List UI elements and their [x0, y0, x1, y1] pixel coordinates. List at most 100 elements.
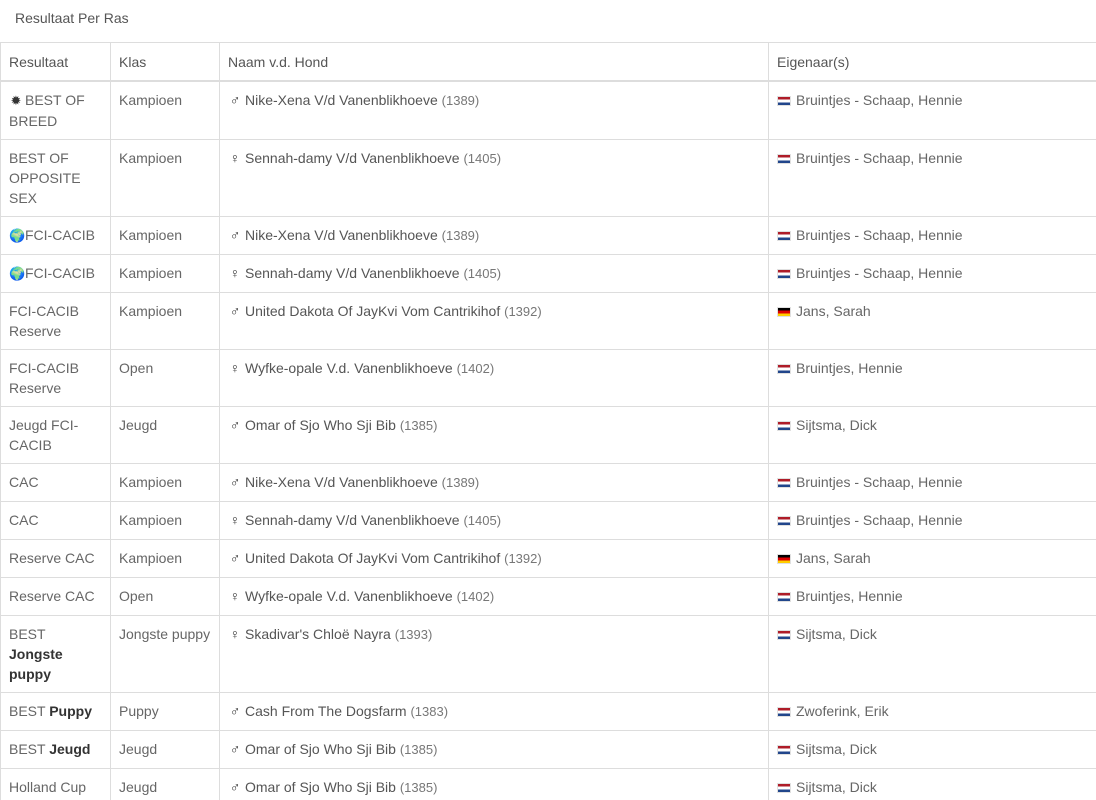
- owner-cell: Bruintjes - Schaap, Hennie: [768, 80, 1096, 140]
- header-resultaat[interactable]: Resultaat: [0, 42, 111, 82]
- table-row: CAC Kampioen ♀ Sennah-damy V/d Vanenblikhoe…: [0, 501, 1096, 540]
- owner-name: Sijtsma, Dick: [796, 626, 877, 642]
- result-text: FCI-CACIB: [25, 265, 95, 281]
- dog-cell: ♀ Sennah-damy V/d Vanenblikhoeve (1405): [219, 254, 769, 293]
- table-row: FCI-CACIB Reserve Open ♀ Wyfke-opale V.d. V…: [0, 349, 1096, 407]
- dog-name-link[interactable]: Nike-Xena V/d Vanenblikhoeve: [245, 227, 438, 243]
- flag-germany-icon: [777, 307, 791, 317]
- owner-name: Bruintjes - Schaap, Hennie: [796, 474, 963, 490]
- result-text: CAC: [9, 474, 39, 490]
- result-prefix: BEST: [9, 703, 46, 719]
- result-cell: FCI-CACIB Reserve: [0, 292, 111, 350]
- result-cell: FCI-CACIB Reserve: [0, 349, 111, 407]
- dog-name-link[interactable]: Skadivar's Chloë Nayra: [245, 626, 391, 642]
- dog-name-link[interactable]: Sennah-damy V/d Vanenblikhoeve: [245, 265, 460, 281]
- dog-name-link[interactable]: Wyfke-opale V.d. Vanenblikhoeve: [245, 588, 453, 604]
- catalog-number: (1389): [441, 93, 480, 108]
- klas-cell: Jeugd: [110, 730, 220, 769]
- result-cell: Jeugd FCI-CACIB: [0, 406, 111, 464]
- klas-cell: Kampioen: [110, 463, 220, 502]
- table-row: ✹ BEST OF BREED Kampioen ♂ Nike-Xena V/d Van…: [0, 80, 1096, 140]
- dog-name-link[interactable]: Sennah-damy V/d Vanenblikhoeve: [245, 512, 460, 528]
- table-row: Reserve CAC Open ♀ Wyfke-opale V.d. Vanenbl…: [0, 577, 1096, 616]
- owner-cell: Sijtsma, Dick: [768, 406, 1096, 464]
- result-strong-text: Jeugd: [49, 741, 91, 757]
- dog-name-link[interactable]: Omar of Sjo Who Sji Bib: [245, 779, 396, 795]
- dog-name-link[interactable]: Cash From The Dogsfarm: [245, 703, 407, 719]
- klas-cell: Puppy: [110, 692, 220, 731]
- dog-name-link[interactable]: Omar of Sjo Who Sji Bib: [245, 741, 396, 757]
- klas-cell: Open: [110, 349, 220, 407]
- klas-cell: Kampioen: [110, 80, 220, 140]
- owner-cell: Zwoferink, Erik: [768, 692, 1096, 731]
- results-table: Resultaat Klas Naam v.d. Hond Eigenaar(s…: [0, 42, 1096, 800]
- owner-cell: Sijtsma, Dick: [768, 768, 1096, 800]
- result-text: FCI-CACIB Reserve: [9, 303, 79, 339]
- header-klas[interactable]: Klas: [110, 42, 220, 82]
- table-row: BEST Puppy Puppy ♂ Cash From The Dogsfarm (…: [0, 692, 1096, 731]
- result-cell: CAC: [0, 463, 111, 502]
- dog-name-link[interactable]: Sennah-damy V/d Vanenblikhoeve: [245, 150, 460, 166]
- owner-cell: Sijtsma, Dick: [768, 615, 1096, 693]
- owner-cell: Bruintjes - Schaap, Hennie: [768, 501, 1096, 540]
- dog-name-link[interactable]: Omar of Sjo Who Sji Bib: [245, 417, 396, 433]
- flag-netherlands-icon: [777, 231, 791, 241]
- catalog-number: (1389): [441, 228, 480, 243]
- flag-netherlands-icon: [777, 154, 791, 164]
- female-icon: ♀: [229, 360, 241, 376]
- table-row: FCI-CACIB Reserve Kampioen ♂ United Dakota …: [0, 292, 1096, 350]
- dog-name-link[interactable]: Wyfke-opale V.d. Vanenblikhoeve: [245, 360, 453, 376]
- klas-cell: Jeugd: [110, 406, 220, 464]
- header-eigenaar[interactable]: Eigenaar(s): [768, 42, 1096, 82]
- owner-cell: Jans, Sarah: [768, 539, 1096, 578]
- table-row: Reserve CAC Kampioen ♂ United Dakota Of Jay…: [0, 539, 1096, 578]
- female-icon: ♀: [229, 626, 241, 642]
- dog-cell: ♂ Omar of Sjo Who Sji Bib (1385): [219, 730, 769, 769]
- owner-cell: Bruintjes - Schaap, Hennie: [768, 139, 1096, 217]
- table-row: Jeugd FCI-CACIB Jeugd ♂ Omar of Sjo Who Sji…: [0, 406, 1096, 464]
- klas-cell: Jongste puppy: [110, 615, 220, 693]
- owner-name: Jans, Sarah: [796, 550, 871, 566]
- male-icon: ♂: [229, 741, 241, 757]
- catalog-number: (1385): [399, 418, 438, 433]
- owner-cell: Bruintjes, Hennie: [768, 349, 1096, 407]
- result-text: FCI-CACIB Reserve: [9, 360, 79, 396]
- female-icon: ♀: [229, 265, 241, 281]
- flag-netherlands-icon: [777, 364, 791, 374]
- catalog-number: (1393): [394, 627, 433, 642]
- table-row: CAC Kampioen ♂ Nike-Xena V/d Vanenblikhoeve…: [0, 463, 1096, 502]
- owner-cell: Bruintjes - Schaap, Hennie: [768, 463, 1096, 502]
- klas-cell: Kampioen: [110, 139, 220, 217]
- owner-cell: Bruintjes - Schaap, Hennie: [768, 216, 1096, 255]
- table-row: BEST Jongste puppy Jongste puppy ♀ Skadivar…: [0, 615, 1096, 693]
- dog-name-link[interactable]: United Dakota Of JayKvi Vom Cantrikihof: [245, 550, 500, 566]
- header-naam-hond[interactable]: Naam v.d. Hond: [219, 42, 769, 82]
- table-row: BEST OF OPPOSITE SEX Kampioen ♀ Sennah-damy…: [0, 139, 1096, 217]
- dog-cell: ♂ Omar of Sjo Who Sji Bib (1385): [219, 406, 769, 464]
- result-prefix: BEST: [9, 626, 46, 642]
- table-header: Resultaat Klas Naam v.d. Hond Eigenaar(s…: [0, 42, 1096, 82]
- result-cell: 🌍FCI-CACIB: [0, 216, 111, 255]
- catalog-number: (1392): [504, 551, 542, 566]
- dog-name-link[interactable]: United Dakota Of JayKvi Vom Cantrikihof: [245, 303, 500, 319]
- klas-cell: Kampioen: [110, 501, 220, 540]
- dog-name-link[interactable]: Nike-Xena V/d Vanenblikhoeve: [245, 474, 438, 490]
- globe-icon: 🌍: [9, 228, 26, 243]
- result-cell: Reserve CAC: [0, 539, 111, 578]
- owner-name: Bruintjes - Schaap, Hennie: [796, 227, 963, 243]
- dog-cell: ♂ Nike-Xena V/d Vanenblikhoeve (1389): [219, 463, 769, 502]
- result-text: CAC: [9, 512, 39, 528]
- dog-cell: ♀ Sennah-damy V/d Vanenblikhoeve (1405): [219, 501, 769, 540]
- result-strong-text: Puppy: [49, 703, 92, 719]
- owner-name: Bruintjes - Schaap, Hennie: [796, 92, 963, 108]
- male-icon: ♂: [229, 550, 241, 566]
- male-icon: ♂: [229, 703, 241, 719]
- burst-icon: ✹: [10, 93, 22, 108]
- owner-cell: Jans, Sarah: [768, 292, 1096, 350]
- table-row: 🌍FCI-CACIB Kampioen ♂ Nike-Xena V/d Vanenbl…: [0, 216, 1096, 255]
- catalog-number: (1385): [399, 742, 438, 757]
- male-icon: ♂: [229, 227, 241, 243]
- owner-name: Bruintjes - Schaap, Hennie: [796, 265, 963, 281]
- dog-name-link[interactable]: Nike-Xena V/d Vanenblikhoeve: [245, 92, 438, 108]
- flag-netherlands-icon: [777, 96, 791, 106]
